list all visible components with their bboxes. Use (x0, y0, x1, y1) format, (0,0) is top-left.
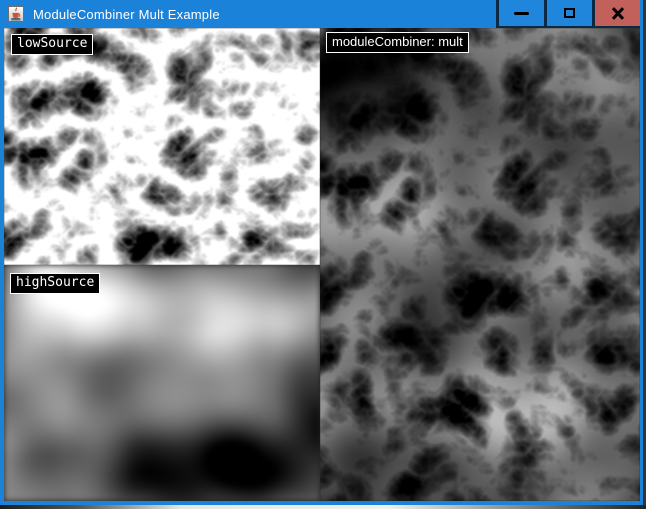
window-title: ModuleCombiner Mult Example (33, 7, 220, 22)
maximize-square-icon (564, 8, 575, 18)
low-source-label: lowSource (11, 34, 93, 55)
render-area: lowSource highSource (4, 28, 640, 501)
panel-high-source: highSource (4, 265, 320, 501)
close-button[interactable] (595, 0, 640, 26)
minimize-button[interactable] (499, 0, 544, 26)
desktop-background-strip (0, 505, 646, 509)
low-source-noise-image (4, 28, 320, 265)
mult-result-noise-image (320, 28, 640, 501)
high-source-noise-image (4, 265, 320, 501)
minimize-dash-icon (514, 12, 529, 15)
high-source-label: highSource (10, 273, 100, 294)
app-window: ModuleCombiner Mult Example (0, 0, 643, 505)
java-coffee-cup-icon (8, 6, 24, 22)
maximize-button[interactable] (547, 0, 592, 26)
panel-module-combiner-mult: moduleCombiner: mult (320, 28, 640, 501)
window-controls (496, 0, 640, 28)
titlebar[interactable]: ModuleCombiner Mult Example (0, 0, 643, 28)
panel-low-source: lowSource (4, 28, 320, 265)
module-combiner-mult-label: moduleCombiner: mult (326, 32, 469, 53)
close-x-icon (611, 7, 625, 20)
